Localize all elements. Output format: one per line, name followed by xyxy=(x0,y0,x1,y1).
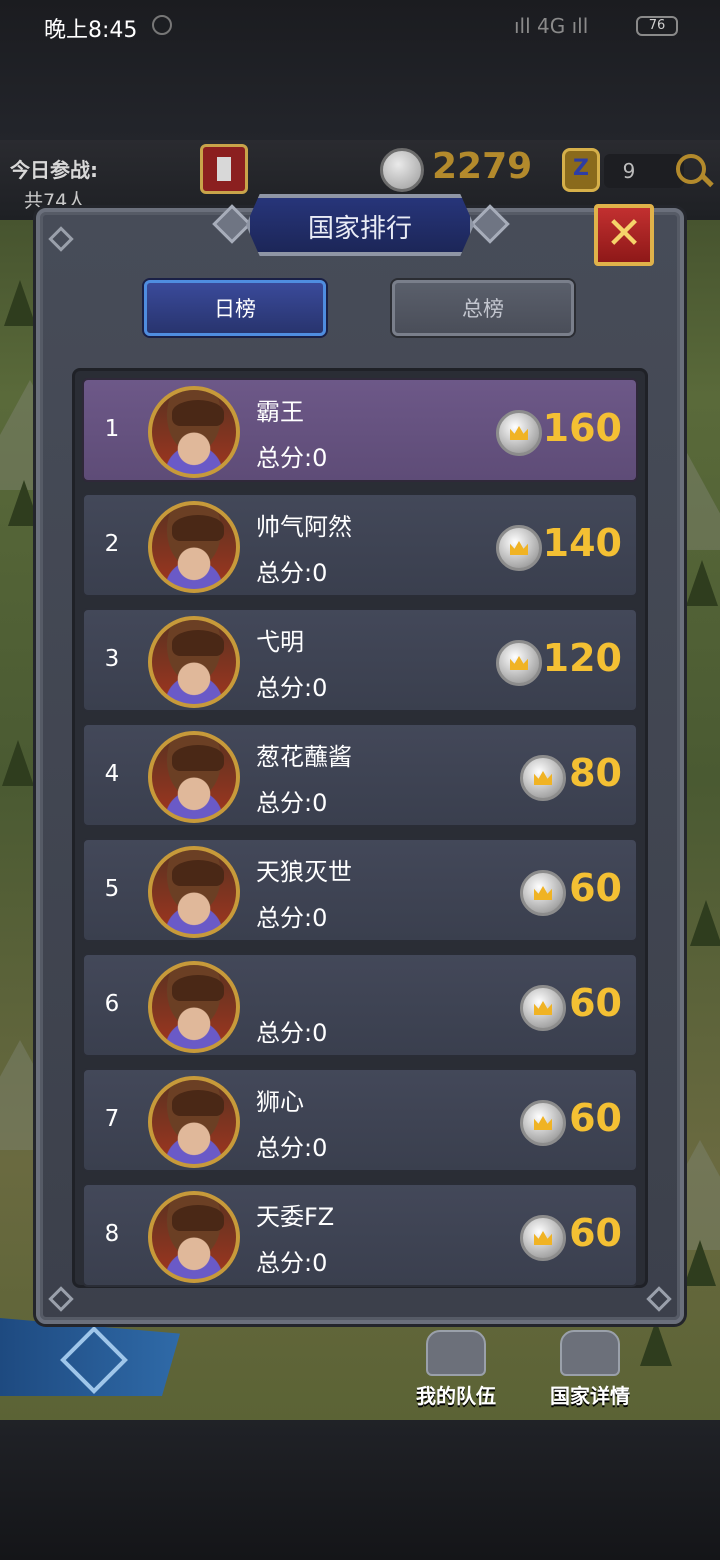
daily-score: 80 xyxy=(569,751,622,795)
total-score: 总分:0 xyxy=(256,559,328,587)
rank-number: 6 xyxy=(104,991,120,1017)
rank-number: 1 xyxy=(104,416,120,442)
z-badge-icon: Z xyxy=(562,148,600,192)
avatar[interactable] xyxy=(148,846,240,938)
ranking-row[interactable]: 3 弋明总分:0 120 xyxy=(82,608,638,712)
joined-label: 今日参战: xyxy=(10,158,98,182)
crown-coin-icon xyxy=(380,148,424,192)
avatar[interactable] xyxy=(148,1076,240,1168)
player-name: 弋明 xyxy=(256,628,304,656)
battery-icon: 76 xyxy=(636,16,678,36)
avatar[interactable] xyxy=(148,1191,240,1283)
ranking-row[interactable]: 6 总分:0 60 xyxy=(82,953,638,1057)
daily-score: 60 xyxy=(569,866,622,910)
close-button[interactable]: ✕ xyxy=(594,204,654,266)
close-icon: ✕ xyxy=(605,208,643,259)
corner-ornament xyxy=(48,1286,74,1312)
crown-medal-icon xyxy=(496,410,542,456)
daily-score: 120 xyxy=(542,636,622,680)
rank-number: 4 xyxy=(104,761,120,787)
battery-level: 76 xyxy=(648,18,666,33)
daily-score: 60 xyxy=(569,1211,622,1255)
top-score: 2279 xyxy=(432,146,533,187)
bottom-background xyxy=(0,1420,720,1560)
crown-medal-icon xyxy=(520,870,566,916)
ranking-row[interactable]: 1 霸王总分:0 160 xyxy=(82,378,638,482)
signal-icon: ıll 4G ıll xyxy=(514,14,589,38)
daily-score: 140 xyxy=(542,521,622,565)
total-score: 总分:0 xyxy=(256,789,328,817)
team-icon xyxy=(426,1330,486,1376)
player-name: 狮心 xyxy=(256,1088,304,1116)
crown-medal-icon xyxy=(520,1100,566,1146)
total-score: 总分:0 xyxy=(256,1134,328,1162)
my-team-label: 我的队伍 xyxy=(416,1384,496,1408)
player-name: 帅气阿然 xyxy=(256,513,352,541)
alarm-icon xyxy=(152,15,172,35)
tab-total[interactable]: 总榜 xyxy=(392,280,574,336)
daily-score: 60 xyxy=(569,981,622,1025)
player-name: 霸王 xyxy=(256,398,304,426)
crown-medal-icon xyxy=(496,640,542,686)
total-score: 总分:0 xyxy=(256,1249,328,1277)
rank-number: 3 xyxy=(104,646,120,672)
total-score: 总分:0 xyxy=(256,1019,328,1047)
crown-medal-icon xyxy=(520,985,566,1031)
tower-icon[interactable] xyxy=(200,144,248,194)
ranking-row[interactable]: 4 葱花蘸酱总分:0 80 xyxy=(82,723,638,827)
crown-medal-icon xyxy=(520,755,566,801)
avatar[interactable] xyxy=(148,731,240,823)
rank-number: 2 xyxy=(104,531,120,557)
daily-score: 160 xyxy=(542,406,622,450)
crown-medal-icon xyxy=(520,1215,566,1261)
panel-title: 国家排行 xyxy=(307,214,412,244)
z-count: 9 xyxy=(604,154,684,188)
ranking-row[interactable]: 5 天狼灭世总分:0 60 xyxy=(82,838,638,942)
search-icon[interactable] xyxy=(676,154,706,184)
avatar[interactable] xyxy=(148,616,240,708)
rank-number: 8 xyxy=(104,1221,120,1247)
avatar[interactable] xyxy=(148,501,240,593)
ranking-row[interactable]: 7 狮心总分:0 60 xyxy=(82,1068,638,1172)
status-time: 晚上8:45 xyxy=(44,18,138,43)
total-score: 总分:0 xyxy=(256,904,328,932)
corner-ornament xyxy=(48,226,74,252)
player-name: 天狼灭世 xyxy=(256,858,352,886)
total-score: 总分:0 xyxy=(256,674,328,702)
player-name: 天委FZ xyxy=(256,1203,335,1231)
daily-score: 60 xyxy=(569,1096,622,1140)
rank-number: 7 xyxy=(104,1106,120,1132)
country-details-label: 国家详情 xyxy=(550,1384,630,1408)
rank-number: 5 xyxy=(104,876,120,902)
total-score: 总分:0 xyxy=(256,444,328,472)
country-details-button[interactable]: 国家详情 xyxy=(530,1330,650,1410)
ranking-row[interactable]: 8 天委FZ 总分:0 60 xyxy=(82,1183,638,1287)
corner-ornament xyxy=(646,1286,672,1312)
avatar[interactable] xyxy=(148,961,240,1053)
crown-medal-icon xyxy=(496,525,542,571)
avatar[interactable] xyxy=(148,386,240,478)
my-team-button[interactable]: 我的队伍 xyxy=(396,1330,516,1410)
country-icon xyxy=(560,1330,620,1376)
ranking-row[interactable]: 2 帅气阿然总分:0 140 xyxy=(82,493,638,597)
network-type: 4G xyxy=(537,14,566,38)
player-name: 葱花蘸酱 xyxy=(256,743,352,771)
tab-daily[interactable]: 日榜 xyxy=(144,280,326,336)
